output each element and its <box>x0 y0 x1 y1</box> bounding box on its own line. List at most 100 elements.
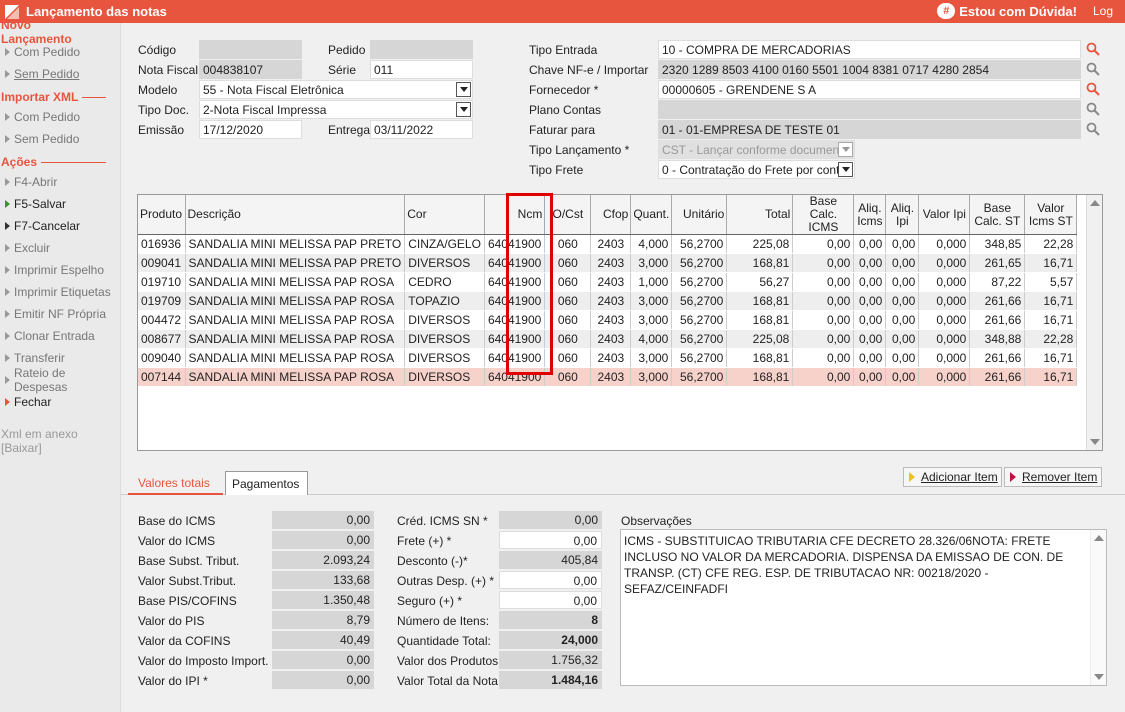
tipo-frete-select[interactable]: 0 - Contratação do Frete por cont <box>658 160 855 179</box>
total-value[interactable]: 8,79 <box>272 611 374 629</box>
fornecedor-field[interactable]: 00000605 - GRENDENE S A <box>658 80 1081 99</box>
total-value[interactable]: 0,00 <box>272 511 374 529</box>
sidebar-emitir-nf[interactable]: Emitir NF Própria <box>0 303 120 325</box>
chevron-down-icon[interactable] <box>838 142 853 157</box>
search-icon[interactable] <box>1086 82 1100 96</box>
column-header[interactable]: Aliq. Ipi <box>885 195 920 235</box>
logout-link[interactable]: Log <box>1093 4 1113 18</box>
table-cell: 168,81 <box>726 310 794 330</box>
scroll-down-icon[interactable] <box>1090 439 1100 445</box>
column-header[interactable]: Ncm <box>484 195 546 235</box>
total-value[interactable]: 40,49 <box>272 631 374 649</box>
total-value[interactable]: 133,68 <box>272 571 374 589</box>
remove-item-button[interactable]: Remover Item <box>1004 467 1102 487</box>
column-header[interactable]: O/Cst <box>544 195 592 235</box>
search-icon[interactable] <box>1086 102 1100 116</box>
sidebar-abrir[interactable]: F4-Abrir <box>0 171 120 193</box>
total-value[interactable]: 1.484,16 <box>499 671 602 689</box>
help-button[interactable]: # Estou com Dúvida! <box>937 3 1077 19</box>
chave-label: Chave NF-e / Importar <box>529 63 649 77</box>
modelo-select[interactable]: 55 - Nota Fiscal Eletrônica <box>199 80 473 99</box>
search-icon[interactable] <box>1086 62 1100 76</box>
sidebar-clonar[interactable]: Clonar Entrada <box>0 325 120 347</box>
xml-anexo-link[interactable]: Xml em anexo [Baixar] <box>0 427 120 455</box>
column-header[interactable]: Base Calc. ST <box>969 195 1026 235</box>
column-header[interactable]: Aliq. Icms <box>853 195 887 235</box>
grid-scrollbar[interactable] <box>1086 195 1102 450</box>
table-row[interactable]: 016936 SANDALIA MINI MELISSA PAP PRETO CIN… <box>138 234 1078 254</box>
scroll-up-icon[interactable] <box>1090 200 1100 206</box>
column-header[interactable]: Valor Icms ST <box>1024 195 1078 235</box>
total-value[interactable]: 0,00 <box>272 671 374 689</box>
sidebar-rateio[interactable]: Rateio de Despesas <box>0 366 120 394</box>
table-row[interactable]: 009040 SANDALIA MINI MELISSA PAP ROSA DIVE… <box>138 348 1078 368</box>
items-grid[interactable]: Produto Descrição Cor Ncm O/Cst Cfop Quant. Uni… <box>137 194 1103 451</box>
codigo-field[interactable] <box>199 40 302 59</box>
column-header[interactable]: Descrição <box>185 195 406 235</box>
serie-field[interactable]: 011 <box>370 60 473 79</box>
chevron-down-icon[interactable] <box>456 82 471 97</box>
table-row[interactable]: 004472 SANDALIA MINI MELISSA PAP ROSA DIVE… <box>138 310 1078 330</box>
total-value[interactable]: 1.756,32 <box>499 651 602 669</box>
table-row[interactable]: 007144 SANDALIA MINI MELISSA PAP ROSA DIVE… <box>138 367 1078 387</box>
add-item-button[interactable]: Adicionar Item <box>903 467 1002 487</box>
sidebar-excluir[interactable]: Excluir <box>0 237 120 259</box>
column-header[interactable]: Produto <box>138 195 186 235</box>
sidebar-novo-sem-pedido[interactable]: Sem Pedido <box>0 63 120 85</box>
column-header[interactable]: Base Calc. ICMS <box>792 195 855 235</box>
total-value[interactable]: 0,00 <box>499 571 602 589</box>
total-value[interactable]: 2.093,24 <box>272 551 374 569</box>
scroll-down-icon[interactable] <box>1094 674 1104 680</box>
emissao-field[interactable]: 17/12/2020 <box>199 120 302 139</box>
table-cell: 3,000 <box>630 310 673 330</box>
table-row[interactable]: 009041 SANDALIA MINI MELISSA PAP PRETO DIV… <box>138 253 1078 273</box>
plano-field[interactable] <box>658 100 1081 119</box>
total-value[interactable]: 0,00 <box>499 511 602 529</box>
total-value[interactable]: 24,000 <box>499 631 602 649</box>
table-row[interactable]: 019709 SANDALIA MINI MELISSA PAP ROSA TOPA… <box>138 291 1078 311</box>
table-cell: 2403 <box>590 234 632 254</box>
obs-scrollbar[interactable] <box>1090 530 1106 685</box>
search-icon[interactable] <box>1086 42 1100 56</box>
total-value[interactable]: 1.350,48 <box>272 591 374 609</box>
total-value[interactable]: 0,00 <box>272 531 374 549</box>
sidebar-fechar[interactable]: Fechar <box>0 391 120 413</box>
total-value[interactable]: 0,00 <box>499 591 602 609</box>
tab-valores-totais[interactable]: Valores totais <box>128 468 223 495</box>
table-row[interactable]: 019710 SANDALIA MINI MELISSA PAP ROSA CEDR… <box>138 272 1078 292</box>
tab-pagamentos[interactable]: Pagamentos <box>225 471 308 495</box>
sidebar-importar-sem-pedido[interactable]: Sem Pedido <box>0 128 120 150</box>
table-row[interactable]: 008677 SANDALIA MINI MELISSA PAP ROSA DIVE… <box>138 329 1078 349</box>
sidebar-cancelar[interactable]: F7-Cancelar <box>0 215 120 237</box>
total-value[interactable]: 0,00 <box>499 531 602 549</box>
total-value[interactable]: 405,84 <box>499 551 602 569</box>
column-header[interactable]: Cor <box>404 195 485 235</box>
nf-label: Nota Fiscal <box>138 63 199 77</box>
sidebar-importar-com-pedido[interactable]: Com Pedido <box>0 106 120 128</box>
scroll-up-icon[interactable] <box>1094 535 1104 541</box>
faturar-field[interactable]: 01 - 01-EMPRESA DE TESTE 01 <box>658 120 1081 139</box>
column-header[interactable]: Cfop <box>590 195 632 235</box>
nf-field[interactable]: 004838107 <box>199 60 302 79</box>
chevron-down-icon[interactable] <box>456 102 471 117</box>
chave-field[interactable]: 2320 1289 8503 4100 0160 5501 1004 8381 … <box>658 60 1081 79</box>
sidebar-salvar[interactable]: F5-Salvar <box>0 193 120 215</box>
search-icon[interactable] <box>1086 122 1100 136</box>
column-header[interactable]: Valor Ipi <box>918 195 971 235</box>
tipo-entrada-field[interactable]: 10 - COMPRA DE MERCADORIAS <box>658 40 1081 59</box>
total-value[interactable]: 8 <box>499 611 602 629</box>
column-header[interactable]: Quant. <box>630 195 673 235</box>
obs-textarea[interactable]: ICMS - SUBSTITUICAO TRIBUTARIA CFE DECRE… <box>620 529 1107 686</box>
entrega-field[interactable]: 03/11/2022 <box>370 120 473 139</box>
total-value[interactable]: 0,00 <box>272 651 374 669</box>
column-header[interactable]: Total <box>726 195 794 235</box>
sidebar-imprimir-etiquetas[interactable]: Imprimir Etiquetas <box>0 281 120 303</box>
tipo-lanc-select[interactable]: CST - Lançar conforme document <box>658 140 855 159</box>
sidebar-imprimir-espelho[interactable]: Imprimir Espelho <box>0 259 120 281</box>
pedido-field[interactable] <box>370 40 473 59</box>
chevron-down-icon[interactable] <box>838 162 853 177</box>
tipodoc-select[interactable]: 2-Nota Fiscal Impressa <box>199 100 473 119</box>
column-header[interactable]: Unitário <box>671 195 728 235</box>
total-label: Valor do Imposto Import. <box>138 654 269 668</box>
sidebar-novo-com-pedido[interactable]: Com Pedido <box>0 41 120 63</box>
